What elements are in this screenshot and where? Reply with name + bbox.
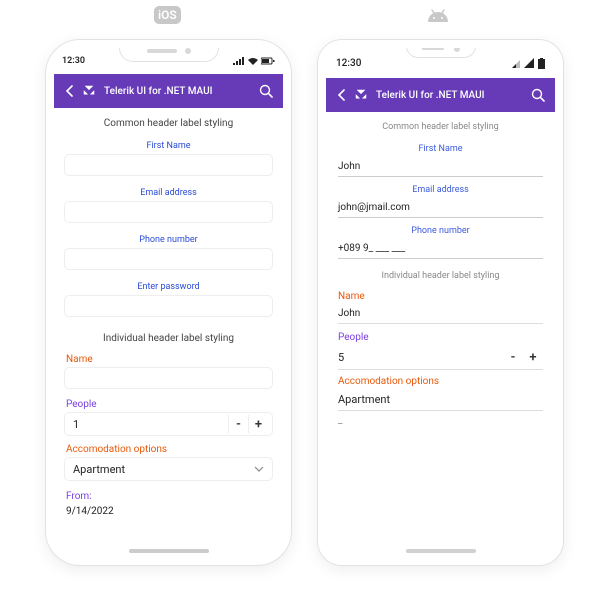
signal-half-icon — [512, 58, 520, 68]
accommodation-select[interactable]: Apartment — [338, 389, 543, 411]
app-title: Telerik UI for .NET MAUI — [104, 86, 249, 97]
password-input[interactable] — [64, 295, 273, 317]
password-label: Enter password — [54, 276, 283, 295]
first-name-input[interactable] — [64, 154, 273, 176]
people-label: People — [54, 393, 283, 412]
ios-status-time: 12:30 — [62, 56, 85, 66]
email-label: Email address — [326, 179, 555, 198]
app-header: Telerik UI for .NET MAUI — [54, 74, 283, 108]
stepper-plus-button[interactable]: + — [523, 348, 543, 366]
accommodation-value: Apartment — [73, 463, 125, 476]
people-stepper: 5 - + — [338, 345, 543, 370]
chevron-left-icon — [337, 89, 345, 101]
stepper-minus-button[interactable]: - — [503, 348, 523, 366]
battery-icon — [538, 58, 545, 69]
first-name-label: First Name — [54, 135, 283, 154]
android-notch — [406, 40, 476, 58]
search-icon — [531, 88, 545, 102]
people-label: People — [326, 326, 555, 345]
ios-status-bar: 12:30 — [54, 48, 283, 74]
stepper-plus-button[interactable]: + — [248, 415, 268, 433]
battery-icon — [261, 57, 275, 65]
individual-section-header: Individual header label styling — [54, 323, 283, 350]
ios-form-content: Common header label styling First Name E… — [54, 108, 283, 557]
name-input[interactable] — [64, 367, 273, 389]
phone-label: Phone number — [54, 229, 283, 248]
email-label: Email address — [54, 182, 283, 201]
first-name-label: First Name — [326, 138, 555, 157]
accommodation-label: Accomodation options — [326, 372, 555, 389]
android-form-content: Common header label styling First Name J… — [326, 112, 555, 557]
first-name-input[interactable]: John — [338, 157, 543, 177]
chevron-left-icon — [65, 85, 73, 97]
accommodation-value: Apartment — [338, 393, 390, 406]
name-label: Name — [54, 350, 283, 367]
chevron-down-icon — [254, 465, 264, 473]
accommodation-label: Accomodation options — [54, 440, 283, 457]
search-icon — [259, 84, 273, 98]
telerik-logo-icon — [82, 84, 96, 98]
extra-field-placeholder: _ — [326, 413, 555, 428]
name-input[interactable]: John — [338, 304, 543, 324]
ios-platform-badge: iOS — [154, 6, 181, 24]
android-nav-indicator — [406, 549, 476, 553]
android-platform-badge — [423, 6, 453, 28]
android-icon — [426, 8, 450, 26]
app-title: Telerik UI for .NET MAUI — [376, 90, 521, 101]
back-button[interactable] — [64, 85, 74, 97]
people-value: 5 — [338, 351, 503, 364]
common-section-header: Common header label styling — [54, 108, 283, 135]
individual-section-header: Individual header label styling — [326, 263, 555, 287]
telerik-logo-icon — [354, 88, 368, 102]
phone-input[interactable] — [64, 248, 273, 270]
android-status-bar: 12:30 — [326, 48, 555, 78]
phone-label: Phone number — [326, 220, 555, 239]
signal-full-icon — [524, 58, 534, 68]
wifi-icon — [248, 57, 258, 65]
phone-input[interactable]: +089 9_ ___ ___ — [338, 239, 543, 259]
ios-home-indicator — [129, 549, 209, 553]
accommodation-select[interactable]: Apartment — [64, 457, 273, 481]
name-label: Name — [326, 287, 555, 304]
stepper-minus-button[interactable]: - — [228, 415, 248, 433]
from-date-input[interactable]: 9/14/2022 — [66, 504, 271, 523]
search-button[interactable] — [529, 88, 545, 102]
people-stepper: 1 - + — [64, 412, 273, 436]
search-button[interactable] — [257, 84, 273, 98]
email-input[interactable] — [64, 201, 273, 223]
people-value: 1 — [73, 418, 228, 431]
common-section-header: Common header label styling — [326, 112, 555, 138]
android-status-time: 12:30 — [336, 58, 361, 69]
android-device-frame: 12:30 Telerik UI for .NET MAUI Common he… — [318, 40, 563, 565]
email-input[interactable]: john@jmail.com — [338, 198, 543, 218]
signal-icon — [233, 57, 245, 65]
ios-notch — [119, 40, 219, 62]
app-header: Telerik UI for .NET MAUI — [326, 78, 555, 112]
ios-device-frame: 12:30 Telerik UI for .NET MAUI Common he… — [46, 40, 291, 565]
from-label: From: — [54, 485, 283, 504]
back-button[interactable] — [336, 89, 346, 101]
